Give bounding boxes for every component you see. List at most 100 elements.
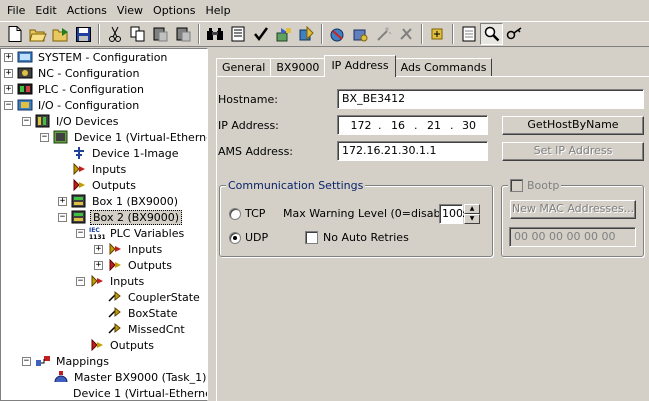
udp-radio[interactable] bbox=[229, 232, 241, 244]
magic-wand-icon[interactable] bbox=[372, 23, 395, 45]
no-auto-retries-checkbox[interactable] bbox=[305, 231, 318, 244]
tree-item[interactable]: BoxState bbox=[107, 305, 180, 321]
menu-edit[interactable]: Edit bbox=[30, 1, 61, 20]
scan-icon[interactable] bbox=[349, 23, 372, 45]
tree-item-label: MissedCnt bbox=[128, 322, 185, 336]
tree-item[interactable]: + Inputs bbox=[94, 241, 164, 257]
notepad-icon[interactable] bbox=[457, 23, 480, 45]
tree-item-label: Outputs bbox=[128, 258, 172, 272]
expand-icon[interactable]: + bbox=[4, 68, 13, 78]
ip-address-page: Hostname: BX_BE3412 IP Address: 172 . 16… bbox=[216, 76, 649, 401]
hostname-input[interactable]: BX_BE3412 bbox=[337, 89, 644, 109]
ip-octet-2: 16 bbox=[391, 119, 405, 132]
iec-icon: IEC 1131 bbox=[89, 226, 105, 240]
tcp-radio[interactable] bbox=[229, 208, 241, 220]
menu-file[interactable]: File bbox=[2, 1, 30, 20]
tree-item[interactable]: CouplerState bbox=[107, 289, 202, 305]
set-ip-address-button[interactable]: Set IP Address bbox=[502, 142, 644, 161]
io-config-icon bbox=[17, 98, 33, 112]
menu-help[interactable]: Help bbox=[200, 1, 235, 20]
tree-item[interactable]: + NC - Configuration bbox=[4, 65, 141, 81]
spin-up-icon[interactable]: ▲ bbox=[464, 204, 480, 214]
solution-tree[interactable]: + SYSTEM - Configuration + NC - Configurati… bbox=[0, 48, 208, 401]
expand-icon[interactable]: + bbox=[94, 260, 103, 270]
tools-icon[interactable] bbox=[395, 23, 418, 45]
save-icon[interactable] bbox=[72, 23, 95, 45]
get-host-by-name-button[interactable]: GetHostByName bbox=[502, 116, 644, 135]
key-icon[interactable] bbox=[503, 23, 526, 45]
menu-options[interactable]: Options bbox=[148, 1, 200, 20]
generate-mappings-icon[interactable] bbox=[272, 23, 295, 45]
collapse-icon[interactable]: − bbox=[22, 356, 31, 366]
bootp-checkbox[interactable] bbox=[510, 179, 523, 192]
find-icon[interactable] bbox=[203, 23, 226, 45]
magnifier-icon[interactable] bbox=[480, 23, 503, 45]
collapse-icon[interactable]: − bbox=[76, 276, 85, 286]
variable-in-icon bbox=[107, 290, 123, 304]
tree-item[interactable]: Device 1-Image bbox=[71, 145, 181, 161]
tree-item[interactable]: + PLC - Configuration bbox=[4, 81, 146, 97]
tree-item[interactable]: Master BX9000 (Task_1) bbox=[53, 369, 207, 385]
spin-down-icon[interactable]: ▼ bbox=[464, 214, 480, 224]
expand-icon[interactable]: + bbox=[94, 244, 103, 254]
ams-address-input[interactable]: 172.16.21.30.1.1 bbox=[337, 141, 488, 161]
tree-item[interactable]: − Mappings bbox=[22, 353, 111, 369]
ip-address-input[interactable]: 172 . 16 . 21 . 30 bbox=[337, 115, 488, 135]
tree-item[interactable]: − Box 2 (BX9000) bbox=[58, 209, 183, 225]
tree-item[interactable]: Outputs bbox=[89, 337, 156, 353]
ip-address-label: IP Address: bbox=[218, 119, 279, 132]
expand-icon[interactable]: + bbox=[4, 84, 13, 94]
tree-item[interactable]: + Box 1 (BX9000) bbox=[58, 193, 180, 209]
tab-ip-address[interactable]: IP Address bbox=[324, 55, 396, 77]
box-icon bbox=[71, 194, 87, 208]
check-icon[interactable] bbox=[249, 23, 272, 45]
restart-icon[interactable] bbox=[326, 23, 349, 45]
activate-config-icon[interactable] bbox=[295, 23, 318, 45]
tab-bx9000[interactable]: BX9000 bbox=[270, 58, 326, 77]
tree-item[interactable]: − IEC 1131 PLC Variables bbox=[76, 225, 186, 241]
tree-item[interactable]: − Device 1 (Virtual-Ethernet) bbox=[40, 129, 207, 145]
tcp-label: TCP bbox=[245, 207, 266, 220]
collapse-icon[interactable]: − bbox=[40, 132, 49, 142]
tree-item[interactable]: − I/O - Configuration bbox=[4, 97, 141, 113]
tree-item[interactable]: Inputs bbox=[71, 161, 128, 177]
max-warning-level-spinner[interactable]: ▲ ▼ bbox=[464, 204, 480, 224]
outputs-icon bbox=[89, 338, 105, 352]
mac-address-input[interactable]: 00 00 00 00 00 00 bbox=[509, 227, 636, 247]
udp-label: UDP bbox=[245, 231, 269, 244]
tree-item[interactable]: + Outputs bbox=[94, 257, 174, 273]
tree-item[interactable]: − Inputs bbox=[76, 273, 146, 289]
add-icon[interactable] bbox=[426, 23, 449, 45]
ip-dot: . bbox=[450, 119, 454, 132]
collapse-icon[interactable]: − bbox=[22, 116, 31, 126]
collapse-icon[interactable]: − bbox=[4, 100, 13, 110]
tree-item[interactable]: + SYSTEM - Configuration bbox=[4, 49, 169, 65]
tree-item[interactable]: MissedCnt bbox=[107, 321, 187, 337]
variable-in-icon bbox=[107, 306, 123, 320]
new-file-icon[interactable] bbox=[3, 23, 26, 45]
paste-icon[interactable] bbox=[149, 23, 172, 45]
paste-special-icon[interactable] bbox=[172, 23, 195, 45]
tree-item-label: Master BX9000 (Task_1) bbox=[74, 370, 207, 384]
nc-config-icon bbox=[17, 66, 33, 80]
copy-icon[interactable] bbox=[126, 23, 149, 45]
menu-actions[interactable]: Actions bbox=[62, 1, 112, 20]
tree-item[interactable]: Outputs bbox=[71, 177, 138, 193]
expand-icon[interactable]: + bbox=[4, 52, 13, 62]
open-recent-icon[interactable] bbox=[49, 23, 72, 45]
cut-icon[interactable] bbox=[103, 23, 126, 45]
tree-item[interactable]: Device 1 (Virtual-Ethernet) bbox=[71, 385, 207, 400]
tree-item-label: BoxState bbox=[128, 306, 178, 320]
delete-icon[interactable] bbox=[226, 23, 249, 45]
collapse-icon[interactable]: − bbox=[58, 212, 67, 222]
menu-view[interactable]: View bbox=[112, 1, 148, 20]
tree-item[interactable]: − I/O Devices bbox=[22, 113, 120, 129]
tree-item-label: PLC - Configuration bbox=[38, 82, 145, 96]
max-warning-level-input[interactable]: 100 bbox=[439, 204, 463, 224]
new-mac-addresses-button[interactable]: New MAC Addresses... bbox=[510, 200, 636, 219]
open-folder-icon[interactable] bbox=[26, 23, 49, 45]
collapse-icon[interactable]: − bbox=[76, 228, 85, 238]
expand-icon[interactable]: + bbox=[58, 196, 67, 206]
tab-general[interactable]: General bbox=[216, 58, 272, 77]
tab-ads-commands[interactable]: Ads Commands bbox=[394, 58, 493, 77]
